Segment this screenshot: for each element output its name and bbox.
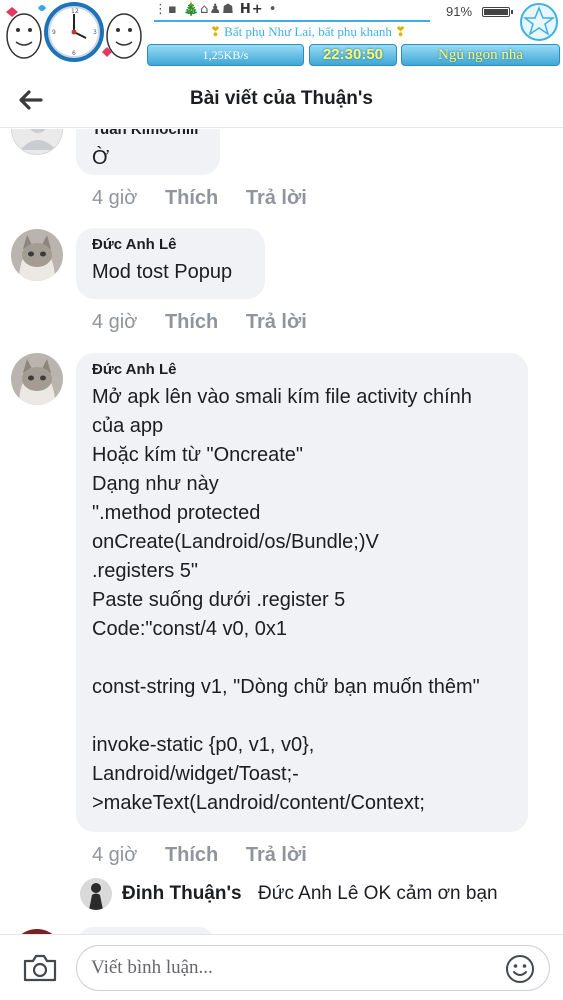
like-button[interactable]: Thích [165,311,218,334]
people-icon: ♟ [209,2,223,17]
marquee-divider [154,20,430,22]
reply-avatar[interactable] [80,878,112,910]
marquee-right-icon: ❣ [395,24,407,39]
tree-icon: 🎄 [182,2,201,17]
reply-author[interactable]: Đinh Thuận's [122,883,242,905]
comment-time: 4 giờ [92,187,138,209]
battery-percent: 91% [446,4,473,19]
page-title: Bài viết của Thuận's [190,88,373,109]
status-icons: ⋮▪ 🎄⌂♟☗ H+ • [154,2,277,17]
reply-button[interactable]: Trả lời [246,187,307,210]
reply-button[interactable]: Trả lời [246,311,307,334]
clock-time: 22:30:50 [309,44,397,66]
battery-icon [482,7,513,17]
app-header: Bài viết của Thuận's [0,72,563,128]
hat-icon: ☗ [222,2,235,17]
reply-text: Đức Anh Lê OK cảm ơn bạn [258,883,498,904]
svg-text:12: 12 [71,8,79,15]
comment-time: 4 giờ [92,844,138,866]
comment-author[interactable]: Tuấn Kimochiii [92,129,204,139]
like-button[interactable]: Thích [165,844,218,867]
clock-decoration-icon: 12 3 6 9 [6,2,142,62]
comment-author[interactable]: Đức Anh Lê [92,361,512,379]
marquee-label: Bất phụ Như Lai, bất phụ khanh [224,24,392,39]
avatar[interactable] [11,353,63,405]
person-avatar-icon [80,878,112,910]
comment-actions: 4 giờ Thích Trả lời [92,844,307,867]
comment-actions: 4 giờ Thích Trả lời [92,311,307,334]
comment-text: Ờ [92,147,110,169]
dot-icon: • [268,2,278,17]
comment-bubble[interactable]: Đức Anh Lê Mở apk lên vào smali kím file… [76,353,528,832]
comment-text: Mod tost Popup [92,261,233,283]
goodnight-message: Ngủ ngon nha [401,44,560,66]
reply-button[interactable]: Trả lời [246,844,307,867]
comment-bubble[interactable]: Tuấn Kimochiii Ờ [76,129,220,175]
camera-icon[interactable] [22,953,58,983]
signal-icon: ⋮▪ [154,2,178,17]
status-bar: 12 3 6 9 ⋮▪ 🎄⌂♟☗ H+ • 91% ❣ Bất phụ Như Lai… [0,0,563,72]
comment-author[interactable]: Đức Anh Lê [92,236,249,254]
like-button[interactable]: Thích [165,187,218,210]
comment-text: Mở apk lên vào smali kím file activity c… [92,386,480,814]
avatar[interactable] [11,129,63,155]
comment-composer [0,934,563,1000]
comment-list[interactable]: Tuấn Kimochiii Ờ 4 giờ Thích Trả lời Đức… [0,129,563,934]
avatar[interactable] [11,229,63,281]
cat-avatar-icon [11,353,63,405]
comment-actions: 4 giờ Thích Trả lời [92,187,307,210]
battery-fill [484,9,508,15]
svg-text:6: 6 [72,50,76,57]
cat-avatar-icon [11,229,63,281]
svg-text:3: 3 [93,29,97,36]
reply-preview[interactable]: Đinh Thuận's Đức Anh Lê OK cảm ơn bạn [80,878,550,914]
comment-bubble[interactable] [76,927,216,934]
svg-text:9: 9 [52,29,56,36]
comment-input[interactable] [76,945,550,991]
dharma-emblem-icon [520,3,558,41]
marquee-text: ❣ Bất phụ Như Lai, bất phụ khanh ❣ [210,24,406,40]
network-type: H+ [239,2,264,17]
smiley-icon[interactable] [504,953,536,985]
marquee-left-icon: ❣ [210,24,221,39]
comment-bubble[interactable]: Đức Anh Lê Mod tost Popup [76,228,265,299]
default-avatar-icon [20,129,56,150]
comment-time: 4 giờ [92,311,138,333]
network-speed: 1,25KB/s [147,44,304,66]
